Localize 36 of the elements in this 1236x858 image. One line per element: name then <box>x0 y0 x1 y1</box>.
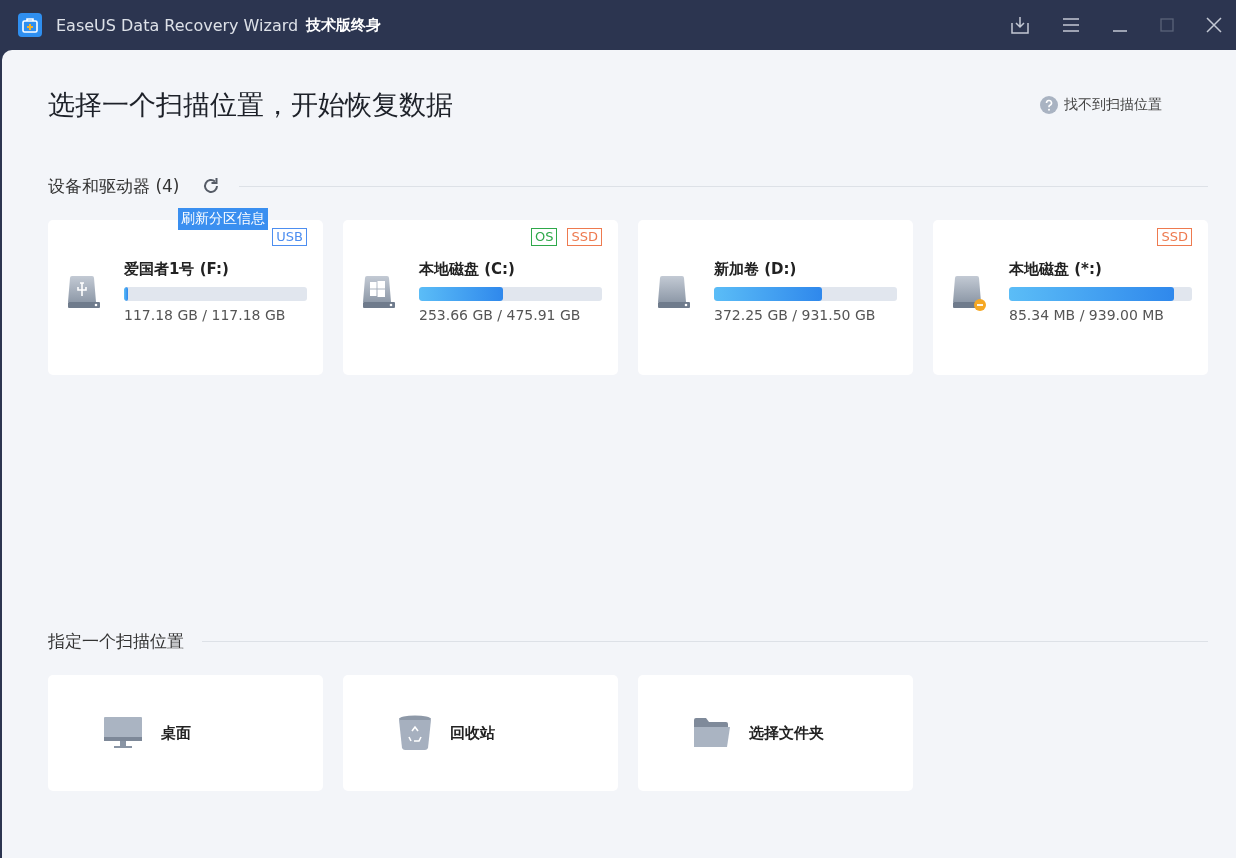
close-icon[interactable] <box>1206 17 1222 33</box>
location-label: 回收站 <box>450 723 495 743</box>
drive-usage: 372.25 GB / 931.50 GB <box>714 307 877 323</box>
location-card[interactable]: 选择文件夹 <box>638 675 913 791</box>
help-icon <box>1040 96 1058 114</box>
location-card[interactable]: 回收站 <box>343 675 618 791</box>
app-icon <box>18 13 42 37</box>
drive-tag: OS <box>531 228 558 246</box>
section-title: 指定一个扫描位置 <box>48 629 184 653</box>
drive-name: 爱国者1号 (F:) <box>124 260 230 279</box>
help-link[interactable]: 找不到扫描位置 <box>1040 96 1162 114</box>
drive-tag: SSD <box>567 228 602 246</box>
drive-usage: 117.18 GB / 117.18 GB <box>124 307 287 323</box>
drive-usage: 85.34 MB / 939.00 MB <box>1009 307 1165 323</box>
location-card[interactable]: 桌面 <box>48 675 323 791</box>
trash-icon <box>398 715 432 751</box>
location-label: 选择文件夹 <box>749 723 824 743</box>
monitor-icon <box>103 716 143 750</box>
folder-icon <box>693 717 731 749</box>
drive-name: 新加卷 (D:) <box>714 260 798 279</box>
drive-usage: 253.66 GB / 475.91 GB <box>419 307 582 323</box>
menu-icon[interactable] <box>1062 17 1080 33</box>
drive-card[interactable]: 新加卷 (D:) 372.25 GB / 931.50 GB <box>638 220 913 375</box>
edition-label: 技术版终身 <box>306 15 382 35</box>
window-title: EaseUS Data Recovery Wizard <box>56 15 299 35</box>
drive-name: 本地磁盘 (*:) <box>1009 260 1103 279</box>
drive-name: 本地磁盘 (C:) <box>419 260 516 279</box>
download-icon[interactable] <box>1010 15 1030 35</box>
drive-card[interactable]: OS SSD 本地磁盘 (C:) 253.66 GB / 475.91 GB <box>343 220 618 375</box>
drive-tag: SSD <box>1157 228 1192 246</box>
drive-tag: USB <box>272 228 307 246</box>
location-label: 桌面 <box>161 723 191 743</box>
page-heading: 选择一个扫描位置，开始恢复数据 <box>48 88 454 122</box>
drive-card[interactable]: SSD 本地磁盘 (*:) 85.34 MB / 939.00 MB <box>933 220 1208 375</box>
tooltip: 刷新分区信息 <box>178 208 268 230</box>
section-title: 设备和驱动器 (4) <box>48 174 180 198</box>
